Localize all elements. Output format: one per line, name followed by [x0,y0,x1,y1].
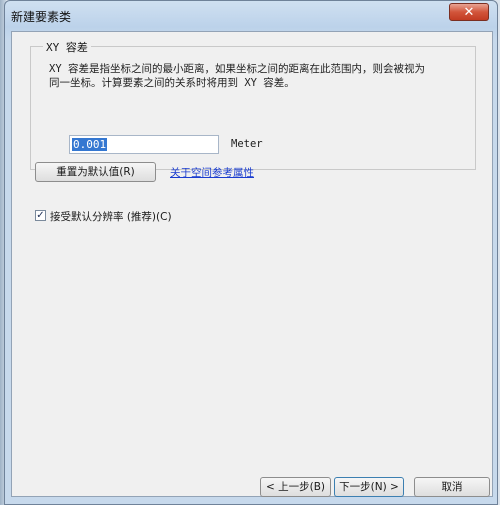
description-line-1: XY 容差是指坐标之间的最小距离，如果坐标之间的距离在此范围内，则会被视为 [49,63,425,75]
xy-tolerance-value: 0.001 [72,138,108,151]
title-bar: 新建要素类 ✕ [5,1,497,31]
accept-default-resolution-label: 接受默认分辨率 (推荐)(C) [50,211,172,223]
back-button[interactable]: < 上一步(B) [260,477,331,497]
dialog-content: XY 容差 XY 容差是指坐标之间的最小距离，如果坐标之间的距离在此范围内，则会… [11,31,493,497]
cancel-button[interactable]: 取消 [414,477,490,497]
checkmark-icon: ✓ [36,210,45,221]
xy-tolerance-description: XY 容差是指坐标之间的最小距离，如果坐标之间的距离在此范围内，则会被视为 同一… [49,62,449,90]
reset-to-default-button[interactable]: 重置为默认值(R) [35,162,156,182]
dialog-footer: < 上一步(B) 下一步(N) > 取消 [12,464,492,497]
xy-tolerance-input[interactable]: 0.001 [69,135,219,154]
accept-default-resolution-checkbox[interactable]: ✓ [35,210,46,221]
dialog-title: 新建要素类 [11,10,72,24]
close-icon: ✕ [463,5,475,20]
xy-tolerance-group-title: XY 容差 [43,39,91,55]
new-feature-class-dialog: 新建要素类 ✕ XY 容差 XY 容差是指坐标之间的最小距离，如果坐标之间的距离… [4,0,498,505]
xy-tolerance-group: XY 容差 XY 容差是指坐标之间的最小距离，如果坐标之间的距离在此范围内，则会… [30,39,476,170]
tolerance-unit-label: Meter [231,138,263,150]
next-button[interactable]: 下一步(N) > [334,477,404,497]
close-button[interactable]: ✕ [449,3,489,21]
description-line-2: 同一坐标。计算要素之间的关系时将用到 XY 容差。 [49,77,295,89]
spatial-reference-properties-link[interactable]: 关于空间参考属性 [170,165,254,180]
